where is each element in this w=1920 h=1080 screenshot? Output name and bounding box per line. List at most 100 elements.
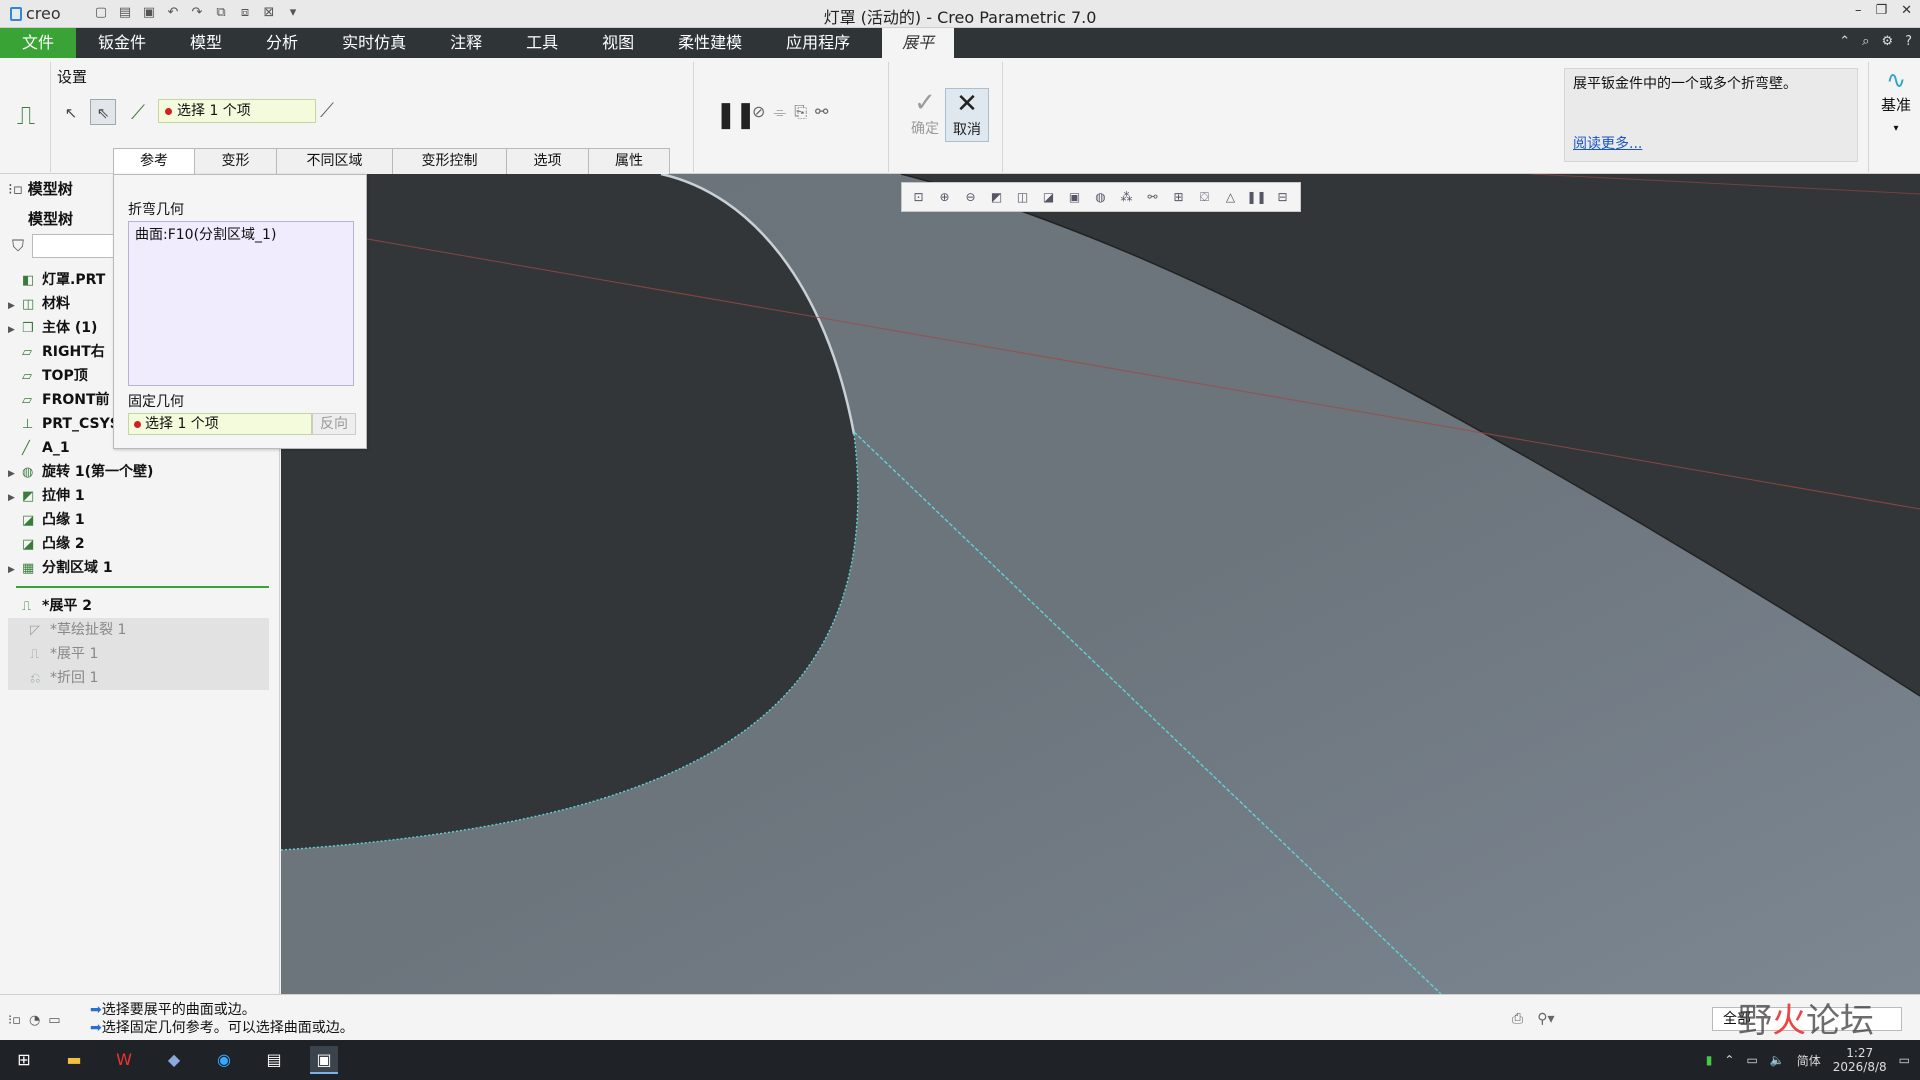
auto-select-icon[interactable]: ↖: [58, 99, 84, 125]
tree-item-sketched-rip[interactable]: ◸ *草绘扯裂 1: [8, 618, 269, 642]
view-manager-icon[interactable]: ▣: [1064, 187, 1085, 208]
tab-unbend[interactable]: 展平: [882, 28, 955, 58]
open-file-icon[interactable]: ▤: [116, 4, 134, 22]
spin-center-icon[interactable]: ⊞: [1168, 187, 1189, 208]
file-explorer-icon[interactable]: ▬: [60, 1046, 88, 1074]
tab-annotate[interactable]: 注释: [428, 28, 504, 58]
section-icon[interactable]: ⛋: [1194, 187, 1215, 208]
close-icon[interactable]: ✕: [1901, 3, 1912, 18]
wps-icon[interactable]: W: [110, 1046, 138, 1074]
refit-icon[interactable]: ⊡: [908, 187, 929, 208]
find-icon[interactable]: ⚲▾: [1537, 1011, 1554, 1027]
tab-flexible-modeling[interactable]: 柔性建模: [656, 28, 764, 58]
read-more-link[interactable]: 阅读更多...: [1573, 135, 1642, 153]
bend-geometry-list[interactable]: 曲面:F10(分割区域_1): [128, 221, 354, 386]
flip-button[interactable]: 反向: [312, 413, 356, 435]
windows-icon[interactable]: ⧈: [236, 4, 254, 22]
ok-button[interactable]: ✓ 确定: [903, 88, 947, 142]
cancel-regen-icon[interactable]: ⊟: [1272, 187, 1293, 208]
tab-different-areas[interactable]: 不同区域: [276, 148, 393, 174]
tab-properties[interactable]: 属性: [588, 148, 670, 174]
printer-icon[interactable]: ⎙: [1512, 1011, 1523, 1027]
tab-model[interactable]: 模型: [168, 28, 244, 58]
tree-item-flange-1[interactable]: ◪ 凸缘 1: [0, 508, 275, 532]
regenerate-icon[interactable]: ⧉: [212, 4, 230, 22]
pause-view-icon[interactable]: ❚❚: [1246, 187, 1267, 208]
tree-item-split-area[interactable]: ▶ ▦ 分割区域 1: [0, 556, 275, 580]
close-window-icon[interactable]: ⊠: [260, 4, 278, 22]
deformation-icon[interactable]: ⟋: [320, 98, 334, 122]
new-file-icon[interactable]: ▢: [92, 4, 110, 22]
tree-item-flange-2[interactable]: ◪ 凸缘 2: [0, 532, 275, 556]
pause-icon[interactable]: ❚❚: [715, 100, 757, 130]
display-style-icon[interactable]: ◫: [1012, 187, 1033, 208]
customize-qat-icon[interactable]: ▾: [284, 4, 302, 22]
network-icon[interactable]: ▭: [1746, 1053, 1757, 1067]
volume-icon[interactable]: 🔈: [1770, 1053, 1785, 1067]
ime-indicator[interactable]: 简体: [1797, 1052, 1821, 1069]
tree-item-unbend-2-active[interactable]: ⎍ *展平 2: [0, 594, 275, 618]
zoom-out-icon[interactable]: ⊖: [960, 187, 981, 208]
fixed-geometry-collector[interactable]: 选择 1 个项: [128, 413, 312, 435]
undo-icon[interactable]: ↶: [164, 4, 182, 22]
save-icon[interactable]: ▣: [140, 4, 158, 22]
battery-icon[interactable]: ▮: [1706, 1053, 1713, 1067]
glasses-icon[interactable]: ⚯: [815, 102, 828, 122]
full-screen-icon[interactable]: ▭: [48, 1013, 60, 1028]
browser-toggle-icon[interactable]: ◔: [29, 1013, 40, 1028]
verify-preview-icon[interactable]: ⌯: [773, 102, 786, 122]
bend-geometry-collector[interactable]: 选择 1 个项: [158, 99, 316, 123]
tab-simulation[interactable]: 实时仿真: [320, 28, 428, 58]
redo-icon[interactable]: ↷: [188, 4, 206, 22]
perspective-icon[interactable]: ◍: [1090, 187, 1111, 208]
graphics-window[interactable]: ⊡ ⊕ ⊖ ◩ ◫ ◪ ▣ ◍ ⁂ ⚯ ⊞ ⛋ △ ❚❚ ⊟: [281, 174, 1920, 994]
navigator-toggle-icon[interactable]: ⁝▫: [8, 1013, 21, 1028]
datum-display-icon[interactable]: ⁂: [1116, 187, 1137, 208]
tab-analysis[interactable]: 分析: [244, 28, 320, 58]
tree-item-unbend-1[interactable]: ⎍ *展平 1: [8, 642, 269, 666]
tree-item-revolve[interactable]: ▶ ◍ 旋转 1(第一个壁): [0, 460, 275, 484]
tab-options[interactable]: 选项: [506, 148, 589, 174]
tab-deformation-control[interactable]: 变形控制: [392, 148, 507, 174]
tab-view[interactable]: 视图: [580, 28, 656, 58]
search-icon[interactable]: ⌕: [1862, 34, 1869, 49]
tab-tools[interactable]: 工具: [504, 28, 580, 58]
manual-select-icon[interactable]: ⇖: [90, 99, 116, 125]
tab-references[interactable]: 参考: [113, 148, 195, 174]
notifications-icon[interactable]: ▭: [1899, 1053, 1910, 1067]
tab-sheetmetal[interactable]: 钣金件: [76, 28, 168, 58]
tab-applications[interactable]: 应用程序: [764, 28, 872, 58]
notes-icon[interactable]: ◆: [160, 1046, 188, 1074]
browser-icon[interactable]: ◉: [210, 1046, 238, 1074]
annotation-display-icon[interactable]: ⚯: [1142, 187, 1163, 208]
collapse-ribbon-icon[interactable]: ⌃: [1839, 34, 1850, 49]
restore-icon[interactable]: ❐: [1875, 3, 1887, 18]
tree-item-bend-back[interactable]: ⎌ *折回 1: [8, 666, 269, 690]
no-preview-icon[interactable]: ⊘: [752, 102, 765, 122]
window-controls: – ❐ ✕: [1855, 3, 1912, 18]
tree-search-input[interactable]: [32, 234, 122, 258]
clock[interactable]: 1:27 2026/8/8: [1833, 1046, 1887, 1074]
repaint-icon[interactable]: ◩: [986, 187, 1007, 208]
preview-icon[interactable]: ⎘: [794, 102, 807, 122]
chevron-up-icon[interactable]: ⌃: [1724, 1053, 1734, 1067]
cancel-button[interactable]: ✕ 取消: [945, 88, 989, 142]
creo-logo[interactable]: creo: [10, 4, 61, 23]
document-icon[interactable]: ▤: [260, 1046, 288, 1074]
datum-button[interactable]: ∿ 基准 ▾: [1876, 66, 1916, 134]
creo-taskbar-icon[interactable]: ▣: [310, 1046, 338, 1074]
insert-here-line[interactable]: [16, 586, 269, 588]
windows-start-icon[interactable]: ⊞: [10, 1046, 38, 1074]
filter-icon[interactable]: ⛉: [12, 236, 24, 256]
zoom-in-icon[interactable]: ⊕: [934, 187, 955, 208]
minimize-icon[interactable]: –: [1855, 3, 1862, 18]
settings-icon[interactable]: ⚙: [1881, 34, 1893, 49]
model-tree-tab[interactable]: ⁝▫ 模型树: [8, 178, 73, 199]
warning-icon[interactable]: △: [1220, 187, 1241, 208]
tab-file[interactable]: 文件: [0, 28, 77, 58]
saved-orientations-icon[interactable]: ◪: [1038, 187, 1059, 208]
tree-item-extrude[interactable]: ▶ ◩ 拉伸 1: [0, 484, 275, 508]
help-icon[interactable]: ?: [1905, 34, 1912, 49]
tab-deformation[interactable]: 变形: [194, 148, 277, 174]
list-item[interactable]: 曲面:F10(分割区域_1): [135, 224, 347, 244]
